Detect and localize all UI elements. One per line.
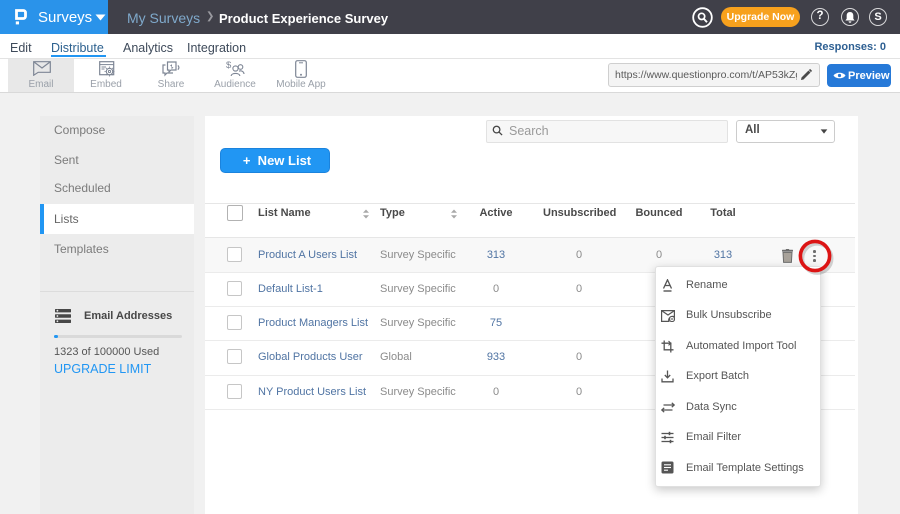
svg-text:$: $ — [226, 60, 232, 71]
